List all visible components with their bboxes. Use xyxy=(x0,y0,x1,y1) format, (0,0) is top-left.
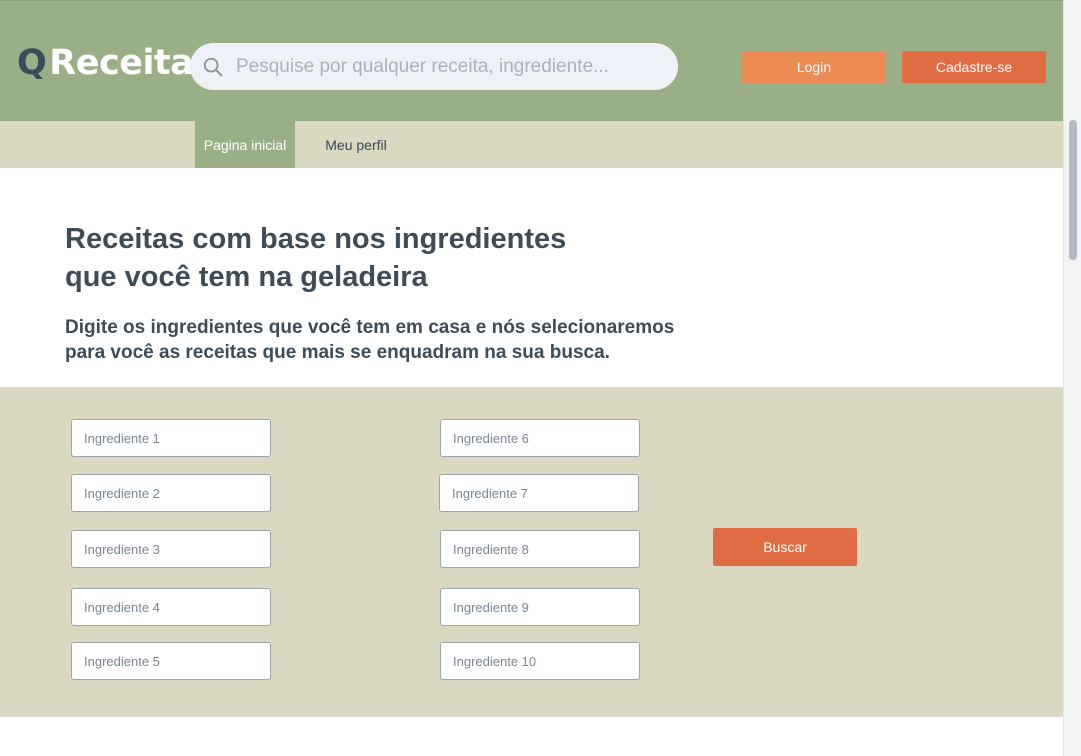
search-bar xyxy=(190,43,678,90)
header: Q Receita Login Cadastre-se xyxy=(0,0,1063,121)
ingredient-input-8[interactable] xyxy=(440,530,640,568)
page-subtitle: Digite os ingredientes que você tem em c… xyxy=(65,315,685,365)
logo-name: Receita xyxy=(49,43,194,83)
logo-letter: Q xyxy=(17,43,47,83)
ingredient-input-7[interactable] xyxy=(439,474,639,512)
ingredient-input-3[interactable] xyxy=(71,530,271,568)
ingredient-input-2[interactable] xyxy=(71,474,271,512)
ingredient-input-10[interactable] xyxy=(440,642,640,680)
signup-button[interactable]: Cadastre-se xyxy=(902,51,1046,83)
ingredient-input-5[interactable] xyxy=(71,642,271,680)
page-title-line-2: que você tem na geladeira xyxy=(65,261,428,293)
tab-profile[interactable]: Meu perfil xyxy=(312,121,400,168)
page-subtitle-line-2: para você as receitas que mais se enquad… xyxy=(65,342,610,363)
scrollbar-thumb[interactable] xyxy=(1069,120,1077,260)
ingredient-input-4[interactable] xyxy=(71,588,271,626)
login-button[interactable]: Login xyxy=(742,51,886,83)
page-title: Receitas com base nos ingredientes que v… xyxy=(65,220,625,296)
search-input[interactable] xyxy=(236,55,656,78)
logo[interactable]: Q Receita xyxy=(17,41,194,85)
ingredient-input-1[interactable] xyxy=(71,419,271,457)
search-icon[interactable] xyxy=(202,56,224,78)
ingredient-input-6[interactable] xyxy=(440,419,640,457)
ingredients-form: Buscar xyxy=(0,387,1063,717)
page-subtitle-line-1: Digite os ingredientes que você tem em c… xyxy=(65,317,675,338)
ingredient-input-9[interactable] xyxy=(440,588,640,626)
scrollbar[interactable] xyxy=(1063,0,1081,756)
tab-home[interactable]: Pagina inicial xyxy=(195,121,295,168)
nav-bar: Pagina inicial Meu perfil xyxy=(0,121,1063,168)
page-title-line-1: Receitas com base nos ingredientes xyxy=(65,223,567,255)
search-recipes-button[interactable]: Buscar xyxy=(713,528,857,566)
